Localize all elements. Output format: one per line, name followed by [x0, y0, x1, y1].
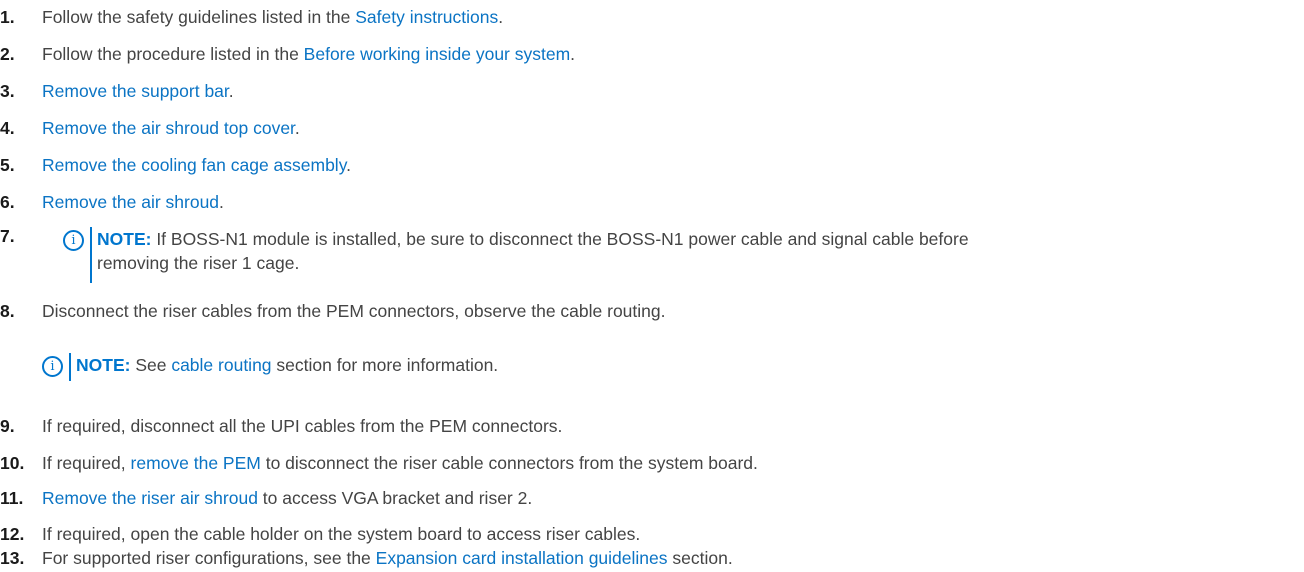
- step-text-post: section.: [667, 548, 733, 568]
- note-boss-n1: i NOTE: If BOSS-N1 module is installed, …: [63, 227, 969, 283]
- step-text-pre: If required,: [42, 453, 131, 473]
- note-divider: [90, 227, 92, 283]
- step-text: Remove the air shroud.: [42, 190, 224, 214]
- step-text: Remove the air shroud top cover.: [42, 116, 300, 140]
- step-text: For supported riser configurations, see …: [42, 546, 733, 570]
- info-icon: i: [63, 230, 84, 251]
- remove-air-shroud-top-cover-link[interactable]: Remove the air shroud top cover: [42, 118, 295, 138]
- info-icon: i: [42, 356, 63, 377]
- step-text-post: to disconnect the riser cable connectors…: [260, 453, 758, 473]
- step-text-post: .: [219, 192, 224, 212]
- step-number: 2.: [0, 44, 15, 64]
- note-cable-routing: i NOTE: See cable routing section for mo…: [42, 353, 498, 381]
- step-text: Follow the procedure listed in the Befor…: [42, 42, 575, 66]
- remove-air-shroud-link[interactable]: Remove the air shroud: [42, 192, 219, 212]
- remove-cooling-fan-cage-link[interactable]: Remove the cooling fan cage assembly: [42, 155, 346, 175]
- step-text: Remove the riser air shroud to access VG…: [42, 486, 532, 510]
- step-number: 11.: [0, 488, 24, 508]
- note-text: NOTE: If BOSS-N1 module is installed, be…: [97, 227, 969, 275]
- step-text-pre: Follow the safety guidelines listed in t…: [42, 7, 356, 27]
- step-text-pre: For supported riser configurations, see …: [42, 548, 376, 568]
- step-number: 3.: [0, 81, 15, 101]
- expansion-card-guidelines-link[interactable]: Expansion card installation guidelines: [376, 548, 668, 568]
- step-text: If required, disconnect all the UPI cabl…: [42, 416, 563, 436]
- step-text-post: .: [228, 81, 234, 101]
- step-text: Disconnect the riser cables from the PEM…: [42, 301, 666, 321]
- step-text: If required, remove the PEM to disconnec…: [42, 451, 758, 475]
- step-text-post: .: [294, 118, 300, 138]
- step-number: 6.: [0, 192, 15, 212]
- step-text-post: .: [498, 7, 504, 27]
- note-text-post: section for more information.: [271, 355, 499, 375]
- note-text: NOTE: See cable routing section for more…: [76, 353, 498, 377]
- step-text-post: .: [346, 155, 352, 175]
- step-text-pre: Follow the procedure listed in the: [42, 44, 304, 64]
- step-text: Remove the support bar.: [42, 79, 234, 103]
- remove-riser-air-shroud-link[interactable]: Remove the riser air shroud: [42, 488, 258, 508]
- remove-pem-link[interactable]: remove the PEM: [131, 453, 261, 473]
- note-label: NOTE:: [97, 229, 152, 249]
- step-number: 12.: [0, 524, 25, 544]
- procedure-steps: 1. Follow the safety guidelines listed i…: [0, 0, 1304, 572]
- note-divider: [69, 353, 71, 381]
- step-number: 9.: [0, 416, 15, 436]
- step-text: Remove the cooling fan cage assembly.: [42, 153, 351, 177]
- step-number: 7.: [0, 226, 15, 246]
- step-text: If required, open the cable holder on th…: [42, 524, 641, 544]
- step-text-post: .: [570, 44, 576, 64]
- cable-routing-link[interactable]: cable routing: [171, 355, 271, 375]
- remove-support-bar-link[interactable]: Remove the support bar: [42, 81, 229, 101]
- step-number: 10.: [0, 453, 25, 473]
- step-text: Follow the safety guidelines listed in t…: [42, 5, 503, 29]
- step-number: 8.: [0, 301, 15, 321]
- step-number: 13.: [0, 548, 25, 568]
- note-text-pre: See: [130, 355, 172, 375]
- step-number: 4.: [0, 118, 15, 138]
- note-line-2: removing the riser 1 cage.: [97, 253, 300, 273]
- step-number: 5.: [0, 155, 15, 175]
- safety-instructions-link[interactable]: Safety instructions: [355, 7, 498, 27]
- before-working-inside-link[interactable]: Before working inside your system: [304, 44, 571, 64]
- note-label: NOTE:: [76, 355, 131, 375]
- step-text-post: to access VGA bracket and riser 2.: [257, 488, 533, 508]
- step-number: 1.: [0, 7, 15, 27]
- note-line-1: If BOSS-N1 module is installed, be sure …: [151, 229, 969, 249]
